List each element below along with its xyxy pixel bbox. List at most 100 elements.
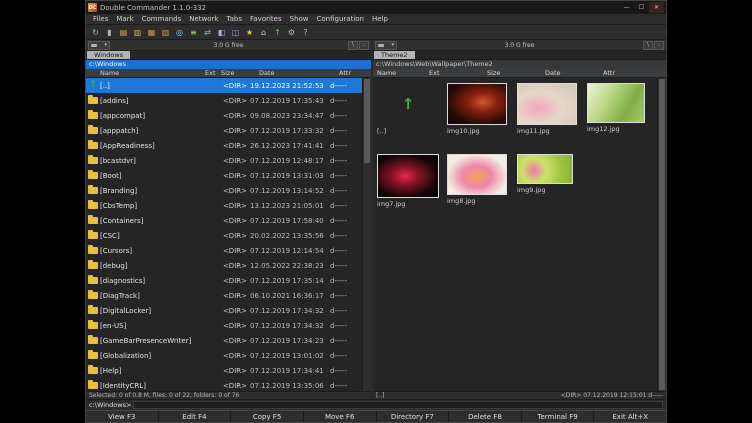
command-line: c:\Windows> (86, 399, 666, 410)
column-header-attr[interactable]: Attr (599, 69, 639, 77)
column-header-size[interactable]: Size (221, 69, 259, 77)
help-icon[interactable]: ? (299, 26, 312, 39)
file-row[interactable]: [IdentityCRL]<DIR>07.12.2019 13:35:06d--… (86, 378, 362, 391)
file-row[interactable]: [DiagTrack]<DIR>06.10.2021 16:36:17d----… (86, 288, 362, 303)
file-date: 07.12.2019 12:48:17 (250, 157, 330, 165)
left-drive-selector[interactable]: ▾ (88, 41, 110, 50)
menu-item-favorites[interactable]: Favorites (246, 15, 286, 23)
tab-theme2[interactable]: Theme2 (374, 51, 415, 59)
exit-altx-button[interactable]: Exit Alt+X (594, 411, 666, 422)
parent-dir-icon[interactable]: ↑ (271, 26, 284, 39)
home-icon[interactable]: ⌂ (257, 26, 270, 39)
settings-icon[interactable]: ⚙ (285, 26, 298, 39)
thumbnail-image (447, 154, 507, 195)
file-row[interactable]: [GameBarPresenceWriter]<DIR>07.12.2019 1… (86, 333, 362, 348)
network-icon[interactable]: ◫ (229, 26, 242, 39)
column-header-name[interactable]: Name (373, 69, 425, 77)
thumbnail-item[interactable]: img12.jpg (585, 81, 655, 152)
favorites-icon[interactable]: ★ (243, 26, 256, 39)
pack-icon[interactable]: ▦ (145, 26, 158, 39)
file-date: 13.12.2023 21:05:01 (250, 202, 330, 210)
menu-item-show[interactable]: Show (286, 15, 313, 23)
left-scrollbar-thumb[interactable] (364, 79, 370, 163)
column-header-name[interactable]: Name (100, 69, 205, 77)
thumbnail-item[interactable]: img8.jpg (445, 152, 515, 223)
menu-item-help[interactable]: Help (368, 15, 392, 23)
terminal-f9-button[interactable]: Terminal F9 (522, 411, 595, 422)
file-row[interactable]: [Containers]<DIR>07.12.2019 17:58:40d---… (86, 213, 362, 228)
file-row[interactable]: [DigitalLocker]<DIR>07.12.2019 17:34:32d… (86, 303, 362, 318)
extract-icon[interactable]: ▧ (159, 26, 172, 39)
right-drive-selector[interactable]: ▾ (375, 41, 397, 50)
file-icon-cell (86, 348, 100, 363)
title-bar[interactable]: DC Double Commander 1.1.0-332 — ☐ ✕ (86, 1, 666, 14)
move-f6-button[interactable]: Move F6 (304, 411, 377, 422)
menu-item-tabs[interactable]: Tabs (223, 15, 247, 23)
file-row[interactable]: [AppReadiness]<DIR>26.12.2023 17:41:41d-… (86, 138, 362, 153)
left-path-bar[interactable]: c:\Windows (86, 60, 371, 69)
file-row[interactable]: [appcompat]<DIR>09.08.2023 23:34:47d----… (86, 108, 362, 123)
search-icon[interactable]: ◎ (173, 26, 186, 39)
thumbnail-item[interactable]: img9.jpg (515, 152, 585, 223)
file-row[interactable]: ↑[..]<DIR>19.12.2023 21:52:53d----- (86, 78, 362, 93)
column-header-size[interactable]: Size (483, 69, 541, 77)
file-row[interactable]: [diagnostics]<DIR>07.12.2019 17:35:14d--… (86, 273, 362, 288)
left-root-dir-button[interactable]: \ (348, 41, 358, 50)
file-row[interactable]: [CSC]<DIR>20.02.2022 13:35:56d----- (86, 228, 362, 243)
menu-item-configuration[interactable]: Configuration (313, 15, 368, 23)
thumbnail-item[interactable]: img10.jpg (445, 81, 515, 152)
menu-item-network[interactable]: Network (185, 15, 222, 23)
menu-item-files[interactable]: Files (89, 15, 112, 23)
file-row[interactable]: [Globalization]<DIR>07.12.2019 13:01:02d… (86, 348, 362, 363)
right-path-bar[interactable]: c:\Windows\Web\Wallpaper\Theme2 (373, 60, 666, 69)
file-name: [CSC] (100, 232, 196, 240)
view-f3-button[interactable]: View F3 (86, 411, 159, 422)
copy-icon[interactable]: ▤ (117, 26, 130, 39)
terminal-icon[interactable]: ▮ (103, 26, 116, 39)
file-row[interactable]: [Branding]<DIR>07.12.2019 13:14:52d----- (86, 183, 362, 198)
file-row[interactable]: [en-US]<DIR>07.12.2019 17:34:32d----- (86, 318, 362, 333)
maximize-button[interactable]: ☐ (634, 2, 649, 13)
command-input[interactable] (133, 401, 663, 409)
delete-f8-button[interactable]: Delete F8 (449, 411, 522, 422)
menu-item-commands[interactable]: Commands (138, 15, 186, 23)
column-header-attr[interactable]: Attr (339, 69, 371, 77)
column-header-date[interactable]: Date (541, 69, 599, 77)
refresh-icon[interactable]: ↻ (89, 26, 102, 39)
tab-windows[interactable]: Windows (87, 51, 130, 59)
thumbnail-item[interactable]: img7.jpg (375, 152, 445, 223)
file-row[interactable]: [bcastdvr]<DIR>07.12.2019 12:48:17d----- (86, 153, 362, 168)
file-row[interactable]: [debug]<DIR>12.05.2022 22:38:23d----- (86, 258, 362, 273)
column-header-ext[interactable]: Ext (205, 69, 221, 77)
left-parent-dir-button[interactable]: .. (359, 41, 369, 50)
file-row[interactable]: [addins]<DIR>07.12.2019 17:35:43d----- (86, 93, 362, 108)
edit-f4-button[interactable]: Edit F4 (159, 411, 232, 422)
file-row[interactable]: [Help]<DIR>07.12.2019 17:34:41d----- (86, 363, 362, 378)
column-header-date[interactable]: Date (259, 69, 339, 77)
right-scrollbar[interactable] (657, 78, 666, 391)
file-icon-cell (86, 168, 100, 183)
copy-f5-button[interactable]: Copy F5 (231, 411, 304, 422)
move-icon[interactable]: ▥ (131, 26, 144, 39)
folder-icon (88, 187, 98, 194)
file-row[interactable]: [Boot]<DIR>07.12.2019 13:31:03d----- (86, 168, 362, 183)
left-scrollbar[interactable] (362, 78, 371, 391)
file-row[interactable]: [CbsTemp]<DIR>13.12.2023 21:05:01d----- (86, 198, 362, 213)
file-row[interactable]: [Cursors]<DIR>07.12.2019 12:14:54d----- (86, 243, 362, 258)
folder-icon (88, 217, 98, 224)
file-row[interactable]: [apppatch]<DIR>07.12.2019 17:33:32d----- (86, 123, 362, 138)
right-root-dir-button[interactable]: \ (643, 41, 653, 50)
directory-f7-button[interactable]: Directory F7 (377, 411, 450, 422)
sync-dirs-icon[interactable]: ⇄ (201, 26, 214, 39)
menu-item-mark[interactable]: Mark (112, 15, 137, 23)
right-parent-dir-button[interactable]: .. (654, 41, 664, 50)
compare-icon[interactable]: ◧ (215, 26, 228, 39)
file-name: [apppatch] (100, 127, 196, 135)
multi-rename-icon[interactable]: ≡ (187, 26, 200, 39)
right-scrollbar-thumb[interactable] (659, 79, 665, 390)
close-button[interactable]: ✕ (649, 2, 664, 13)
thumbnail-item[interactable]: ↑[..] (375, 81, 445, 152)
column-header-ext[interactable]: Ext (425, 69, 483, 77)
thumbnail-item[interactable]: img11.jpg (515, 81, 585, 152)
minimize-button[interactable]: — (619, 2, 634, 13)
